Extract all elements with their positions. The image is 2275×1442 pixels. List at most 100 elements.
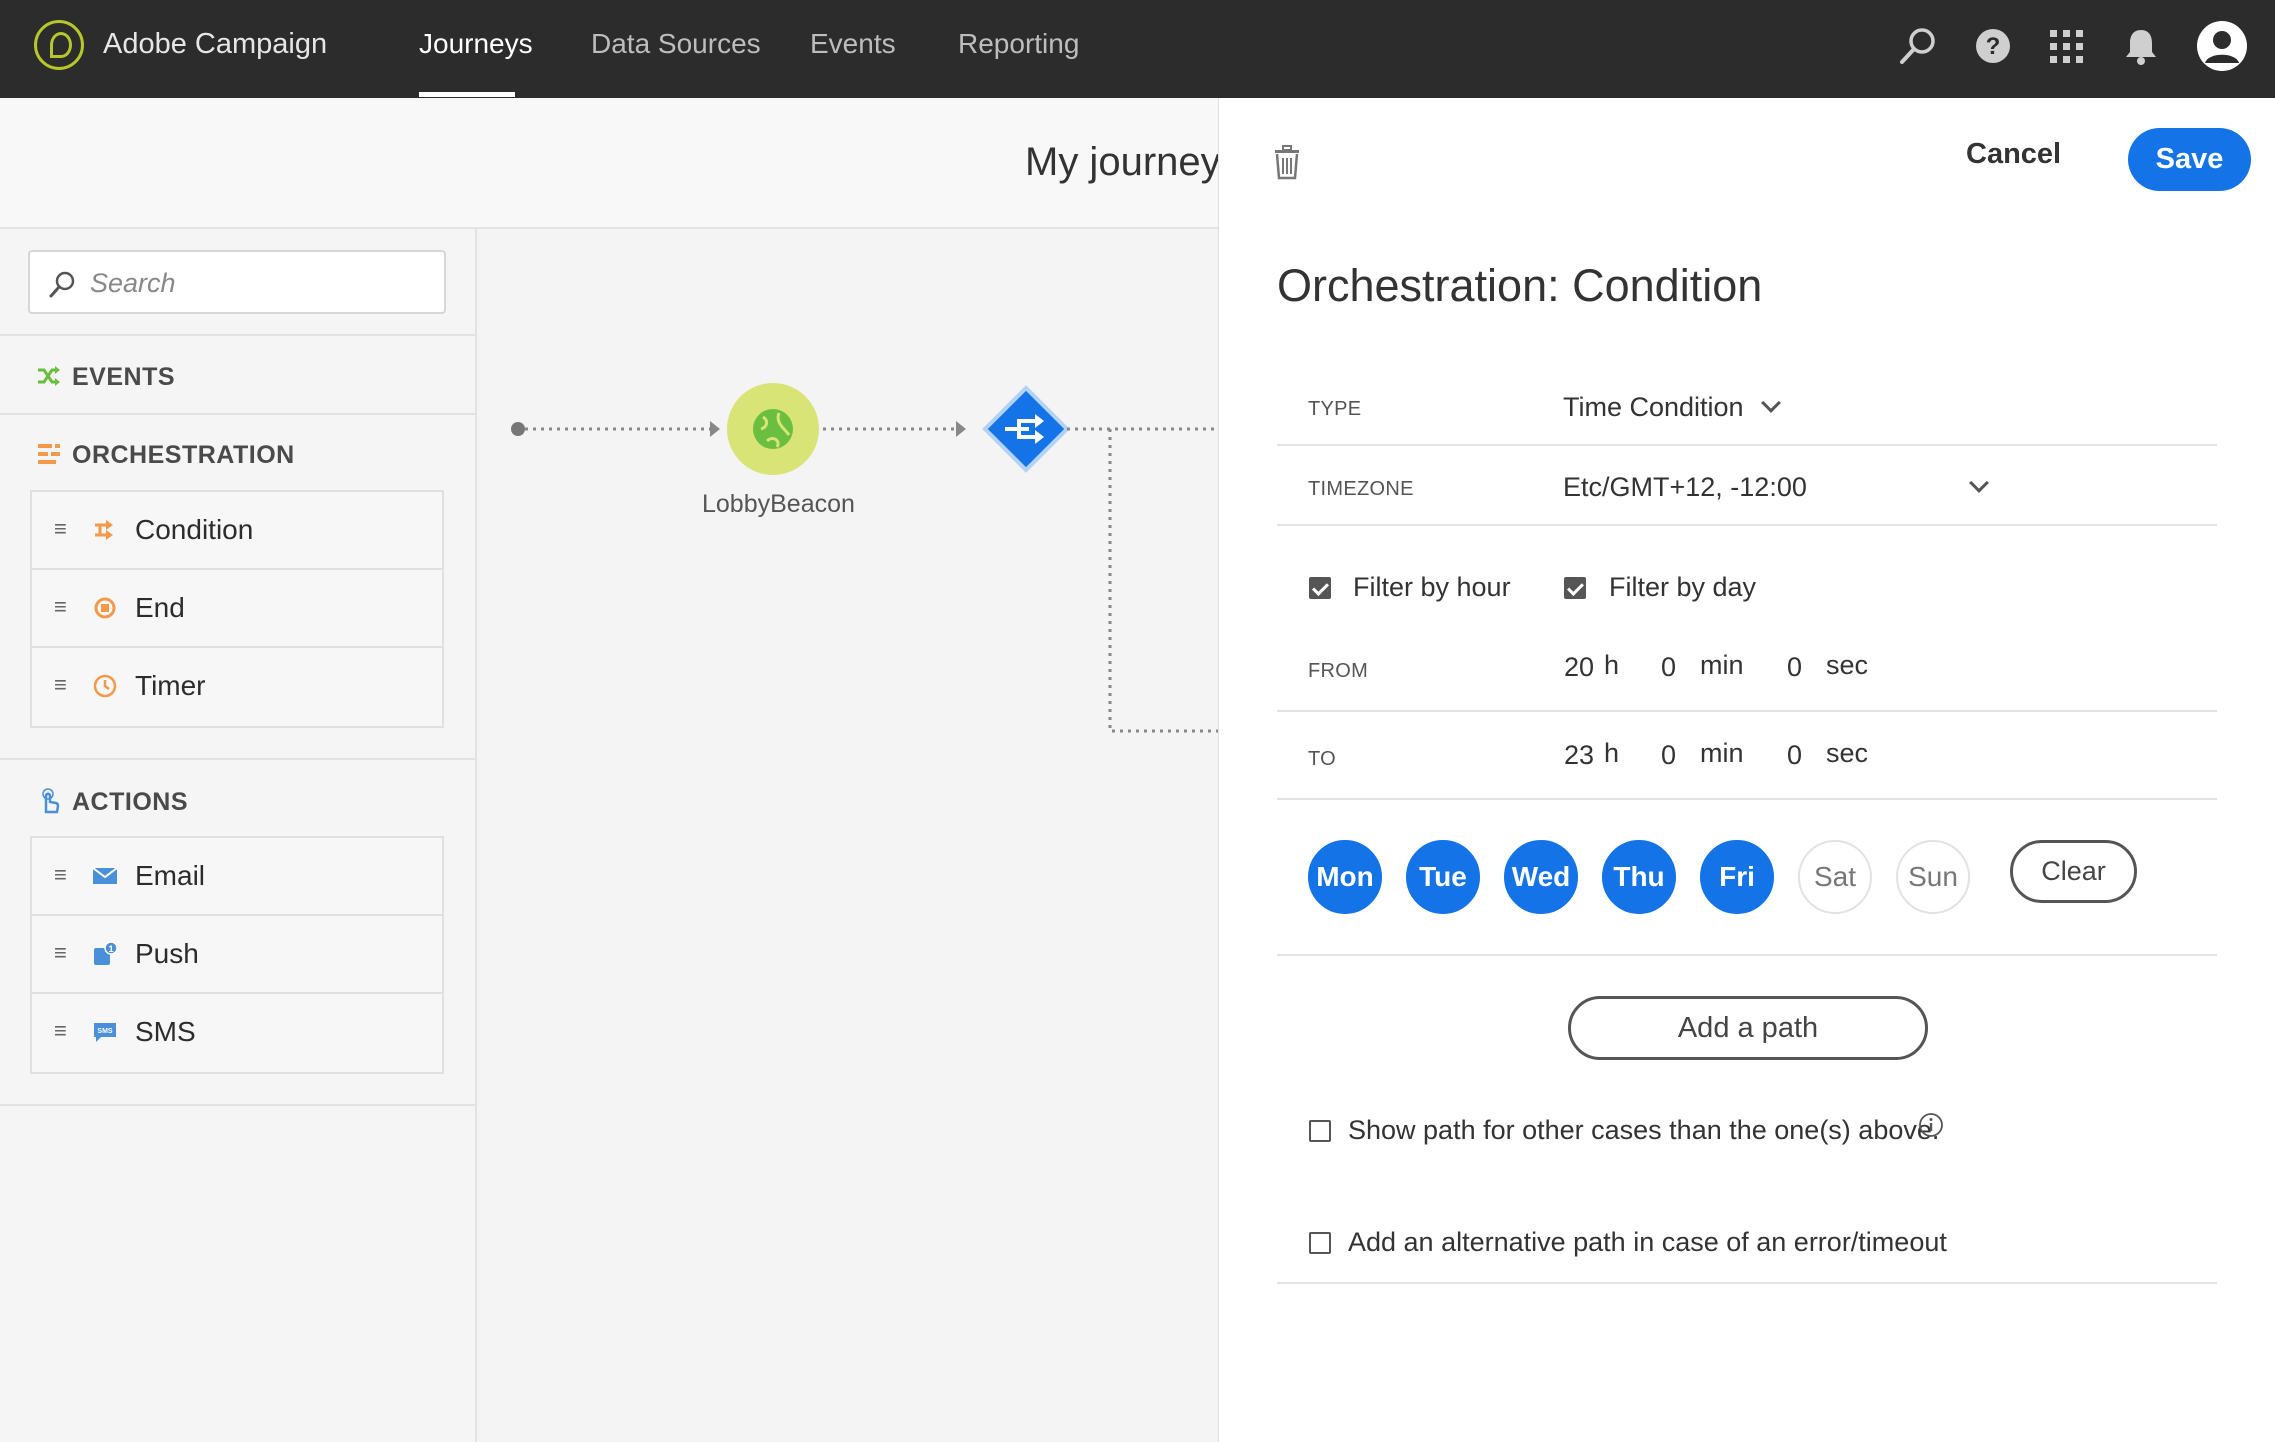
palette-item-sms[interactable]: ≡ SMS SMS: [32, 994, 442, 1072]
from-sec-input[interactable]: 0: [1762, 652, 1802, 683]
drag-handle-icon[interactable]: ≡: [54, 940, 67, 966]
actions-list: ≡ Email ≡ 1 Push ≡ SMS SMS: [30, 836, 444, 1074]
day-toggle-sun[interactable]: Sun: [1896, 840, 1970, 914]
nav-data-sources[interactable]: Data Sources: [591, 28, 761, 60]
sms-bubble-icon: SMS: [94, 1023, 116, 1042]
user-avatar-icon[interactable]: [2196, 20, 2248, 72]
drag-handle-icon[interactable]: ≡: [54, 862, 67, 888]
connector-arrow: [956, 421, 966, 437]
palette-item-email[interactable]: ≡ Email: [32, 838, 442, 916]
filter-by-day-label[interactable]: Filter by day: [1609, 572, 1756, 603]
orchestration-list: ≡ Condition ≡ End ≡ Timer: [30, 490, 444, 728]
drag-handle-icon[interactable]: ≡: [54, 672, 67, 698]
drag-handle-icon[interactable]: ≡: [54, 516, 67, 542]
alternative-path-checkbox[interactable]: [1309, 1232, 1331, 1254]
filter-by-hour-checkbox[interactable]: [1309, 577, 1331, 599]
from-label: FROM: [1308, 660, 1369, 682]
nav-events[interactable]: Events: [810, 28, 896, 60]
add-path-button[interactable]: Add a path: [1568, 996, 1928, 1060]
globe-icon: [753, 409, 793, 449]
show-other-path-checkbox[interactable]: [1309, 1120, 1331, 1142]
search-icon[interactable]: [1896, 24, 1940, 68]
palette-item-label: Push: [135, 938, 199, 969]
divider: [0, 334, 477, 336]
section-orchestration[interactable]: ORCHESTRATION: [72, 441, 295, 470]
section-events[interactable]: EVENTS: [72, 363, 175, 392]
palette-search-input[interactable]: Search: [28, 250, 446, 314]
apps-grid-icon[interactable]: [2044, 24, 2088, 68]
filter-by-hour-label[interactable]: Filter by hour: [1353, 572, 1511, 603]
timezone-label: TIMEZONE: [1308, 478, 1414, 500]
from-hour-input[interactable]: 20: [1554, 652, 1594, 683]
notifications-bell-icon[interactable]: [2119, 24, 2163, 68]
day-toggle-fri[interactable]: Fri: [1700, 840, 1774, 914]
min-unit: min: [1700, 738, 1744, 768]
end-icon: [94, 597, 116, 619]
palette-item-label: Timer: [135, 670, 206, 701]
connector: [1108, 429, 1218, 733]
day-toggle-thu[interactable]: Thu: [1602, 840, 1676, 914]
palette-item-condition[interactable]: ≡ Condition: [32, 492, 442, 570]
palette-item-timer[interactable]: ≡ Timer: [32, 648, 442, 726]
help-icon[interactable]: ?: [1971, 24, 2015, 68]
divider: [1277, 444, 2217, 446]
timezone-select[interactable]: Etc/GMT+12, -12:00: [1563, 472, 1807, 503]
search-icon: [49, 271, 75, 298]
to-hour-input[interactable]: 23: [1554, 740, 1594, 771]
alternative-path-label[interactable]: Add an alternative path in case of an er…: [1348, 1227, 1947, 1258]
start-dot: [511, 422, 525, 436]
divider: [1277, 710, 2217, 712]
filter-by-day-checkbox[interactable]: [1564, 577, 1586, 599]
day-toggle-wed[interactable]: Wed: [1504, 840, 1578, 914]
divider: [0, 758, 477, 760]
divider: [0, 413, 477, 415]
to-min-input[interactable]: 0: [1636, 740, 1676, 771]
push-notification-icon: 1: [94, 941, 118, 965]
drag-handle-icon[interactable]: ≡: [54, 1018, 67, 1044]
to-sec-input[interactable]: 0: [1762, 740, 1802, 771]
condition-icon: [95, 520, 113, 540]
day-toggle-sat[interactable]: Sat: [1798, 840, 1872, 914]
brand-name[interactable]: Adobe Campaign: [103, 28, 327, 61]
adobe-campaign-logo[interactable]: [34, 20, 84, 70]
hour-unit: h: [1604, 650, 1620, 680]
orchestration-icon: [38, 444, 60, 464]
divider: [1277, 954, 2217, 956]
palette-item-label: Email: [135, 860, 206, 891]
svg-text:SMS: SMS: [97, 1028, 113, 1035]
section-actions[interactable]: ACTIONS: [72, 788, 188, 817]
divider: [0, 1104, 477, 1106]
trash-delete-icon[interactable]: [1272, 144, 1302, 180]
info-icon[interactable]: [1918, 1112, 1944, 1138]
events-shuffle-icon: [38, 366, 60, 386]
palette-item-label: SMS: [135, 1016, 196, 1047]
svg-text:?: ?: [1986, 33, 2001, 60]
type-select[interactable]: Time Condition: [1563, 392, 1744, 423]
divider: [1277, 524, 2217, 526]
type-label: TYPE: [1308, 398, 1362, 420]
sec-unit: sec: [1826, 650, 1869, 680]
hour-unit: h: [1604, 738, 1620, 768]
drag-handle-icon[interactable]: ≡: [54, 594, 67, 620]
nav-journeys[interactable]: Journeys: [419, 28, 533, 60]
day-toggle-mon[interactable]: Mon: [1308, 840, 1382, 914]
min-unit: min: [1700, 650, 1744, 680]
timer-clock-icon: [93, 674, 117, 698]
connector-arrow: [710, 421, 720, 437]
svg-text:1: 1: [108, 944, 113, 954]
event-node-label: LobbyBeacon: [702, 490, 855, 518]
show-other-path-label[interactable]: Show path for other cases than the one(s…: [1348, 1115, 1939, 1146]
save-button[interactable]: Save: [2128, 128, 2251, 191]
clear-days-button[interactable]: Clear: [2010, 840, 2137, 903]
palette-item-label: End: [135, 592, 185, 623]
palette-item-push[interactable]: ≡ 1 Push: [32, 916, 442, 994]
from-min-input[interactable]: 0: [1636, 652, 1676, 683]
palette-item-label: Condition: [135, 514, 254, 545]
cancel-button[interactable]: Cancel: [1966, 138, 2061, 171]
nav-reporting[interactable]: Reporting: [958, 28, 1079, 60]
nav-active-underline: [419, 92, 515, 97]
day-toggle-tue[interactable]: Tue: [1406, 840, 1480, 914]
palette-item-end[interactable]: ≡ End: [32, 570, 442, 648]
sec-unit: sec: [1826, 738, 1869, 768]
journey-title[interactable]: My journey: [1025, 140, 1221, 185]
